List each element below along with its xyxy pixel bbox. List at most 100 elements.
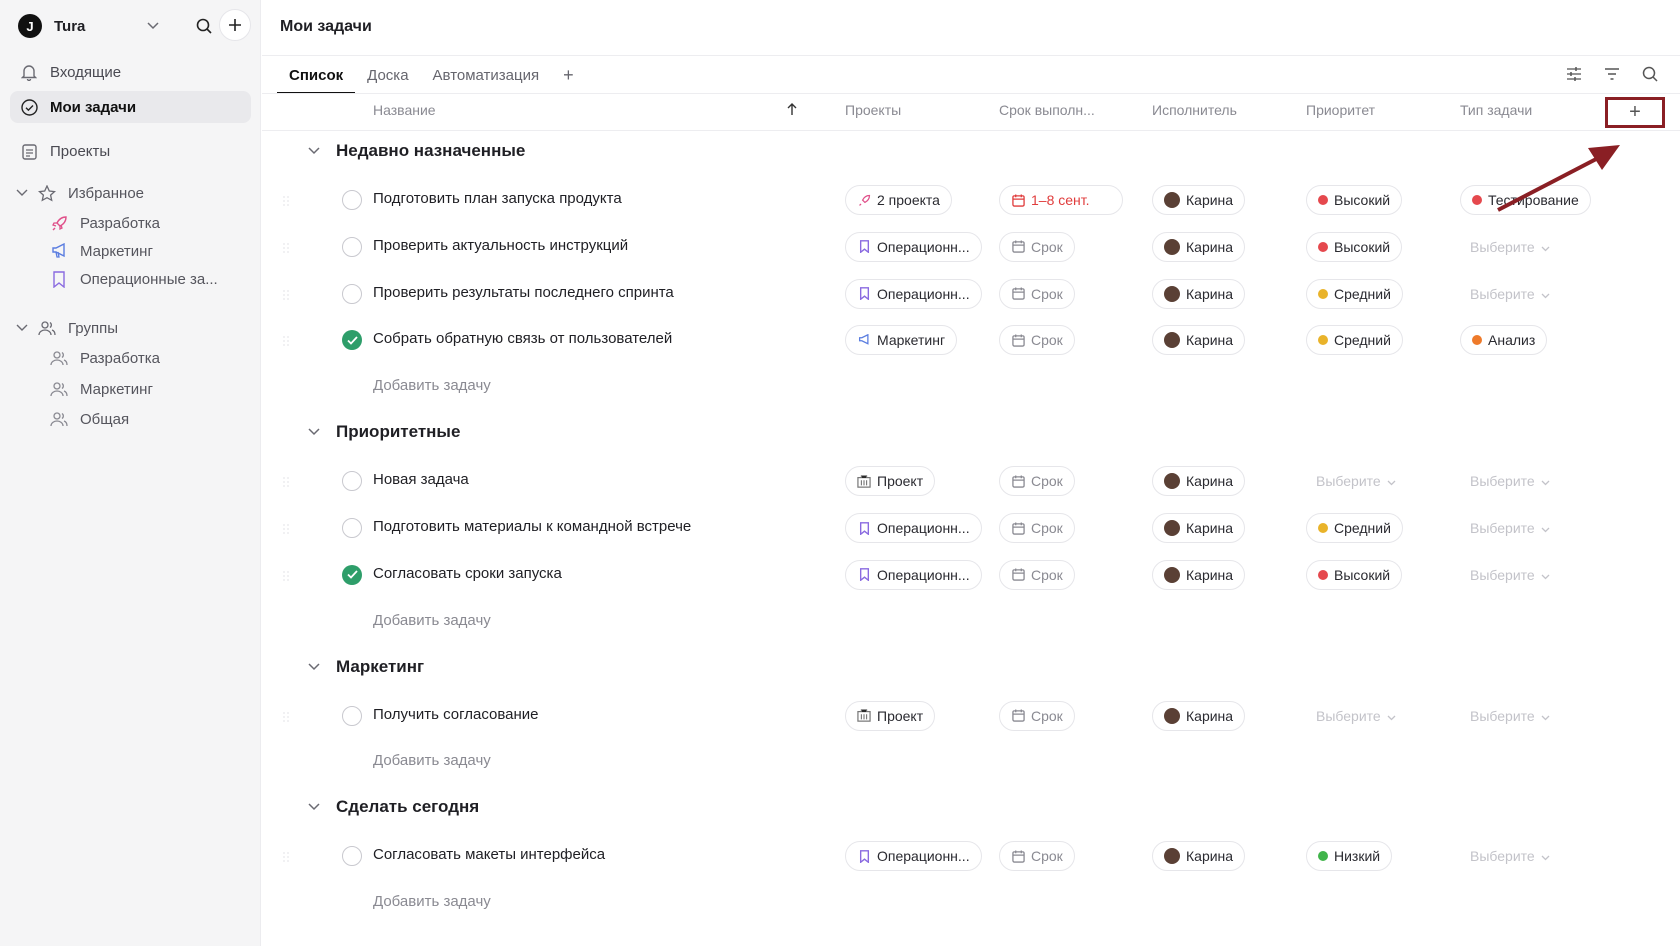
search-icon[interactable]	[192, 14, 216, 38]
drag-handle-icon[interactable]	[282, 334, 290, 347]
group-item-development[interactable]: Разработка	[50, 344, 160, 372]
workspace-switcher[interactable]: J Tura	[18, 9, 258, 41]
assignee-chip[interactable]: Карина	[1152, 325, 1246, 356]
add-task-button[interactable]: Добавить задачу	[373, 893, 491, 910]
column-header-due[interactable]: Срок выполн...	[999, 102, 1095, 118]
favorites-group[interactable]: Избранное	[16, 179, 144, 207]
due-date-chip[interactable]: Срок	[999, 466, 1075, 497]
column-header-assignee[interactable]: Исполнитель	[1152, 102, 1237, 118]
task-checkbox[interactable]	[342, 518, 362, 538]
due-date-chip[interactable]: Срок	[999, 841, 1075, 872]
chevron-down-icon[interactable]	[308, 803, 322, 811]
task-name[interactable]: Согласовать сроки запуска	[373, 565, 562, 582]
task-row[interactable]: Получить согласование Проект Срок Карина Выб…	[262, 694, 1680, 738]
assignee-chip[interactable]: Карина	[1152, 700, 1246, 731]
task-type-select[interactable]: Выберите	[1470, 520, 1550, 536]
task-checkbox-checked[interactable]	[342, 564, 362, 585]
task-row[interactable]: Проверить результаты последнего спринта О…	[262, 272, 1680, 316]
chevron-down-icon[interactable]	[308, 663, 322, 671]
task-name[interactable]: Новая задача	[373, 471, 469, 488]
priority-chip[interactable]: Высокий	[1306, 185, 1403, 215]
favorite-item-development[interactable]: Разработка	[50, 209, 160, 237]
project-chip[interactable]: 2 проекта	[845, 185, 952, 215]
project-chip[interactable]: Операционн...	[845, 278, 982, 309]
favorite-item-operations[interactable]: Операционные за...	[50, 265, 218, 293]
project-chip[interactable]: Проект	[845, 466, 936, 497]
assignee-chip[interactable]: Карина	[1152, 278, 1246, 309]
group-item-marketing[interactable]: Маркетинг	[50, 375, 153, 403]
add-button[interactable]	[219, 9, 251, 41]
task-row[interactable]: Собрать обратную связь от пользователей М…	[262, 318, 1680, 362]
priority-chip[interactable]: Средний	[1306, 278, 1403, 309]
group-item-general[interactable]: Общая	[50, 405, 129, 433]
due-date-chip[interactable]: Срок	[999, 513, 1075, 543]
section-header[interactable]: Приоритетные	[308, 422, 460, 442]
assignee-chip[interactable]: Карина	[1152, 231, 1246, 262]
add-task-button[interactable]: Добавить задачу	[373, 377, 491, 394]
chevron-down-icon[interactable]	[142, 15, 164, 37]
sort-arrow-up-icon[interactable]	[787, 103, 797, 120]
task-type-select[interactable]: Выберите	[1470, 239, 1550, 255]
task-checkbox-checked[interactable]	[342, 330, 362, 351]
task-name[interactable]: Собрать обратную связь от пользователей	[373, 330, 672, 347]
assignee-chip[interactable]: Карина	[1152, 185, 1246, 215]
groups-group[interactable]: Группы	[16, 314, 118, 342]
project-chip[interactable]: Операционн...	[845, 231, 982, 262]
due-date-chip[interactable]: Срок	[999, 700, 1075, 731]
assignee-chip[interactable]: Карина	[1152, 841, 1246, 872]
task-type-select[interactable]: Выберите	[1470, 567, 1550, 583]
priority-chip[interactable]: Средний	[1306, 325, 1403, 356]
drag-handle-icon[interactable]	[282, 194, 290, 206]
nav-my-tasks[interactable]: Мои задачи	[10, 91, 251, 123]
task-name[interactable]: Получить согласование	[373, 706, 539, 723]
assignee-chip[interactable]: Карина	[1152, 513, 1246, 543]
priority-chip[interactable]: Высокий	[1306, 231, 1403, 262]
chevron-down-icon[interactable]	[16, 189, 30, 197]
add-task-button[interactable]: Добавить задачу	[373, 752, 491, 769]
due-date-chip[interactable]: Срок	[999, 231, 1075, 262]
task-type-select[interactable]: Выберите	[1470, 473, 1550, 489]
task-name[interactable]: Подготовить план запуска продукта	[373, 190, 622, 207]
priority-chip[interactable]: Высокий	[1306, 559, 1403, 590]
drag-handle-icon[interactable]	[282, 850, 290, 863]
task-name[interactable]: Проверить актуальность инструкций	[373, 237, 628, 254]
task-row[interactable]: Подготовить план запуска продукта 2 проек…	[262, 178, 1680, 222]
task-type-select[interactable]: Выберите	[1470, 708, 1550, 724]
task-name[interactable]: Согласовать макеты интерфейса	[373, 846, 605, 863]
section-header[interactable]: Сделать сегодня	[308, 797, 479, 817]
project-chip[interactable]: Операционн...	[845, 513, 982, 543]
project-chip[interactable]: Маркетинг	[845, 325, 958, 356]
column-header-priority[interactable]: Приоритет	[1306, 102, 1375, 118]
add-column-button[interactable]: +	[1605, 97, 1665, 128]
nav-inbox[interactable]: Входящие	[10, 56, 251, 88]
drag-handle-icon[interactable]	[282, 288, 290, 300]
task-type-select[interactable]: Выберите	[1470, 286, 1550, 302]
task-name[interactable]: Проверить результаты последнего спринта	[373, 284, 674, 301]
task-row[interactable]: Согласовать макеты интерфейса Операционн.…	[262, 834, 1680, 878]
drag-handle-icon[interactable]	[282, 475, 290, 488]
drag-handle-icon[interactable]	[282, 241, 290, 253]
column-header-name[interactable]: Название	[373, 102, 436, 118]
task-checkbox[interactable]	[342, 283, 362, 304]
task-type-select[interactable]: Выберите	[1470, 848, 1550, 864]
sliders-icon[interactable]	[1562, 62, 1586, 86]
due-date-chip[interactable]: 1–8 сент.	[999, 185, 1123, 215]
column-header-type[interactable]: Тип задачи	[1460, 102, 1532, 118]
chevron-down-icon[interactable]	[16, 324, 30, 332]
project-chip[interactable]: Операционн...	[845, 841, 982, 872]
due-date-chip[interactable]: Срок	[999, 559, 1075, 590]
task-type-chip[interactable]: Тестирование	[1460, 185, 1591, 215]
task-checkbox[interactable]	[342, 705, 362, 726]
priority-select[interactable]: Выберите	[1316, 473, 1396, 489]
tab-automation[interactable]: Автоматизация	[433, 56, 540, 94]
section-header[interactable]: Маркетинг	[308, 657, 424, 677]
task-checkbox[interactable]	[342, 190, 362, 210]
task-row[interactable]: Новая задача Проект Срок Карина Выберите Выбе…	[262, 459, 1680, 503]
chevron-down-icon[interactable]	[308, 428, 322, 436]
task-type-chip[interactable]: Анализ	[1460, 325, 1548, 356]
project-chip[interactable]: Операционн...	[845, 559, 982, 590]
drag-handle-icon[interactable]	[282, 522, 290, 534]
due-date-chip[interactable]: Срок	[999, 278, 1075, 309]
tab-list[interactable]: Список	[276, 56, 356, 94]
task-checkbox[interactable]	[342, 471, 362, 492]
